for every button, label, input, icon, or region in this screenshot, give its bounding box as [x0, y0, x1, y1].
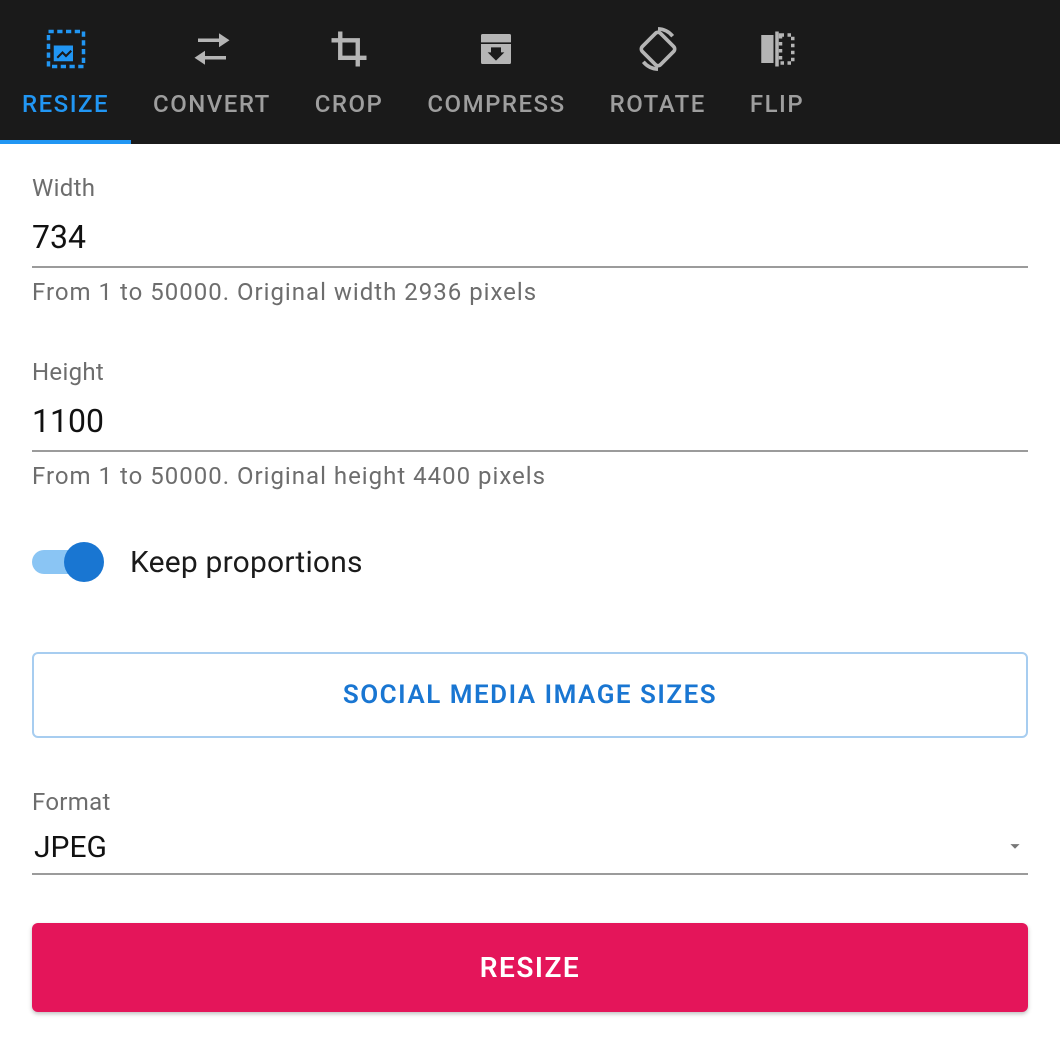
social-media-sizes-button[interactable]: SOCIAL MEDIA IMAGE SIZES — [32, 652, 1028, 738]
tab-label: RESIZE — [22, 90, 109, 118]
tab-label: CROP — [315, 90, 384, 118]
height-label: Height — [32, 358, 1028, 386]
height-input[interactable] — [32, 396, 1028, 452]
tab-label: ROTATE — [610, 90, 706, 118]
height-hint: From 1 to 50000. Original height 4400 pi… — [32, 462, 1028, 490]
format-select[interactable]: JPEG — [32, 826, 1028, 875]
toggle-thumb — [64, 542, 104, 582]
width-field-group: Width From 1 to 50000. Original width 29… — [32, 174, 1028, 306]
flip-icon — [754, 26, 800, 72]
height-field-group: Height From 1 to 50000. Original height … — [32, 358, 1028, 490]
tab-compress[interactable]: COMPRESS — [405, 0, 587, 144]
tab-label: FLIP — [750, 90, 804, 118]
convert-icon — [189, 26, 235, 72]
tab-label: CONVERT — [153, 90, 271, 118]
keep-proportions-row: Keep proportions — [32, 542, 1028, 582]
tab-label: COMPRESS — [427, 90, 565, 118]
tool-tabbar: RESIZE CONVERT CROP COMPRESS — [0, 0, 1060, 144]
width-hint: From 1 to 50000. Original width 2936 pix… — [32, 278, 1028, 306]
keep-proportions-toggle[interactable] — [32, 542, 104, 582]
width-label: Width — [32, 174, 1028, 202]
tab-rotate[interactable]: ROTATE — [588, 0, 728, 144]
resize-panel: Width From 1 to 50000. Original width 29… — [0, 144, 1060, 1042]
rotate-icon — [635, 26, 681, 72]
resize-icon — [43, 26, 89, 72]
tab-resize[interactable]: RESIZE — [0, 0, 131, 144]
width-input[interactable] — [32, 212, 1028, 268]
tab-crop[interactable]: CROP — [293, 0, 406, 144]
format-label: Format — [32, 788, 1028, 816]
keep-proportions-label: Keep proportions — [130, 545, 363, 580]
tab-flip[interactable]: FLIP — [728, 0, 826, 144]
compress-icon — [473, 26, 519, 72]
resize-button[interactable]: RESIZE — [32, 923, 1028, 1012]
chevron-down-icon — [1004, 835, 1026, 861]
format-value: JPEG — [34, 830, 107, 865]
crop-icon — [326, 26, 372, 72]
format-field-group: Format JPEG — [32, 788, 1028, 875]
tab-convert[interactable]: CONVERT — [131, 0, 293, 144]
